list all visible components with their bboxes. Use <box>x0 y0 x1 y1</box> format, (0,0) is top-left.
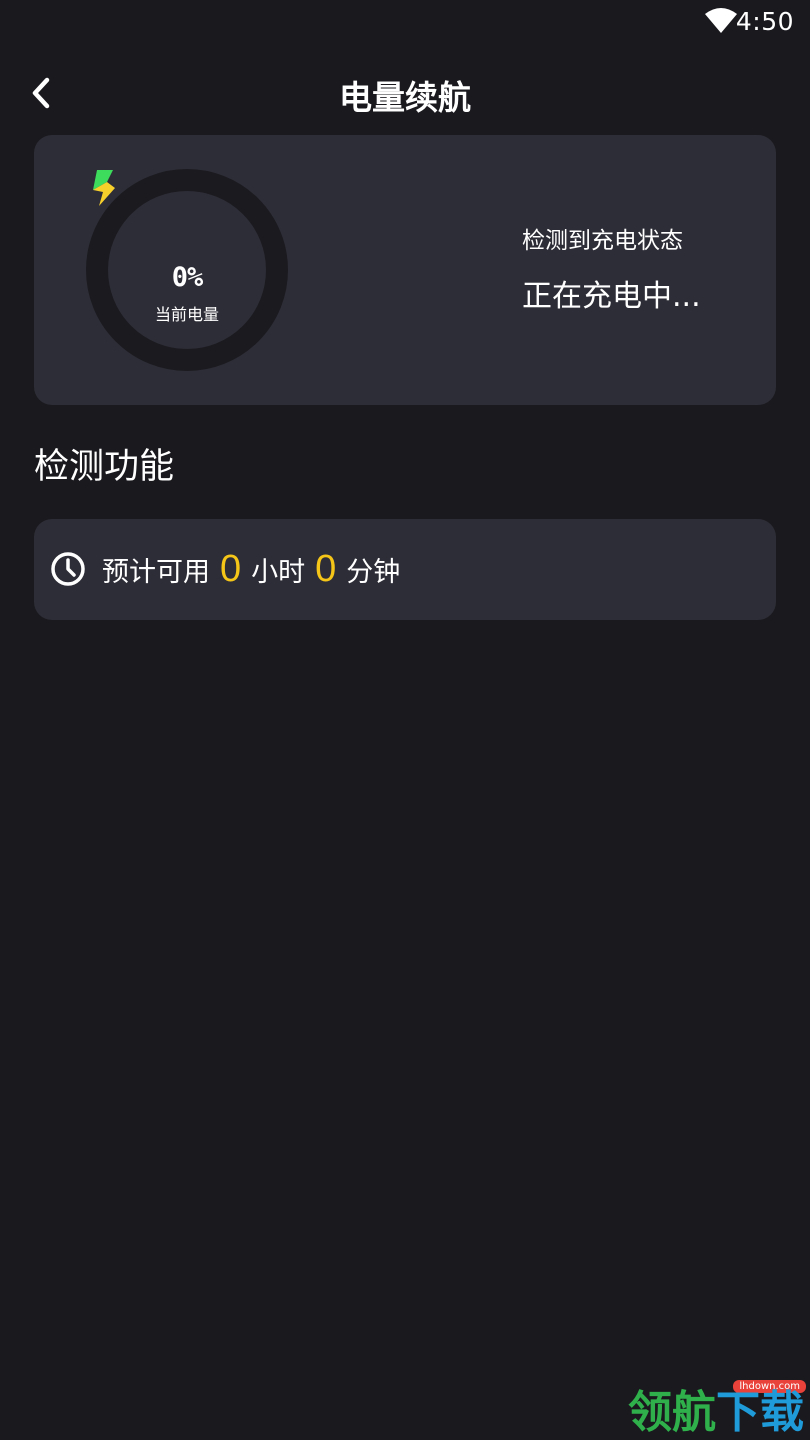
watermark-logo: lhdown.com 领航下载 <box>628 1380 810 1438</box>
estimate-minutes-unit: 分钟 <box>346 557 401 588</box>
estimate-row: 预计可用 0 小时 0 分钟 <box>102 519 400 620</box>
page-title: 电量续航 <box>339 78 471 117</box>
lightning-bolt-icon <box>93 170 115 206</box>
estimate-hours: 0 <box>220 548 242 590</box>
battery-status-card: 0% 当前电量 检测到充电状态 正在充电中... <box>34 135 776 405</box>
estimate-minutes: 0 <box>315 548 337 590</box>
wifi-icon <box>705 8 737 33</box>
section-title: 检测功能 <box>34 447 175 487</box>
clock-icon <box>51 552 85 586</box>
battery-caption: 当前电量 <box>154 305 219 324</box>
battery-level-gauge: 0% 当前电量 <box>85 168 289 372</box>
app-bar: 电量续航 <box>0 60 810 126</box>
watermark-text-part2: 下载 <box>716 1387 804 1438</box>
estimate-hours-unit: 小时 <box>251 557 306 588</box>
watermark-text: 领航下载 <box>628 1388 804 1438</box>
watermark-text-part1: 领航 <box>628 1387 716 1438</box>
status-time: 4:50 <box>735 7 794 36</box>
estimate-prefix: 预计可用 <box>102 557 210 588</box>
battery-percent: 0% <box>171 262 204 293</box>
status-bar: 4:50 <box>0 0 810 44</box>
estimate-card: 预计可用 0 小时 0 分钟 <box>34 519 776 620</box>
charging-state-label: 检测到充电状态 <box>522 228 683 254</box>
charging-state-value: 正在充电中... <box>522 279 701 314</box>
